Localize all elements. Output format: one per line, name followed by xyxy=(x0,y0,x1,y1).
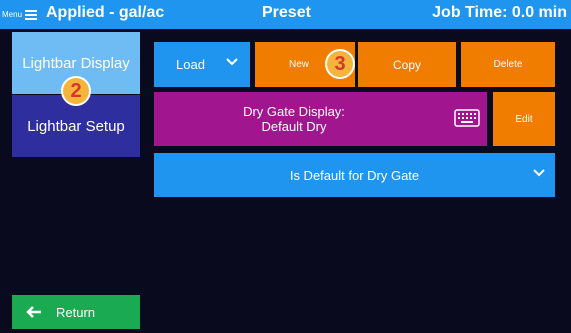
return-button[interactable]: Return xyxy=(12,295,140,329)
default-gate-dropdown[interactable]: Is Default for Dry Gate xyxy=(154,153,555,197)
nav-lightbar-setup-label: Lightbar Setup xyxy=(27,117,125,135)
nav-lightbar-display-label: Lightbar Display xyxy=(22,54,130,72)
chevron-down-icon xyxy=(226,58,238,66)
arrow-left-icon xyxy=(26,306,41,318)
dry-gate-display-panel[interactable]: Dry Gate Display: Default Dry xyxy=(154,92,487,146)
load-dropdown[interactable]: Load xyxy=(154,42,250,87)
dry-gate-display-text: Dry Gate Display: Default Dry xyxy=(154,104,487,134)
delete-label: Delete xyxy=(493,59,523,70)
default-gate-selected: Is Default for Dry Gate xyxy=(289,167,420,183)
load-label: Load xyxy=(176,57,205,72)
edit-button[interactable]: Edit xyxy=(493,92,555,146)
top-bar: Menu Applied - gal/ac Preset Job Time: 0… xyxy=(0,0,571,29)
delete-button[interactable]: Delete xyxy=(461,42,555,87)
new-label: New xyxy=(288,59,309,70)
copy-button[interactable]: Copy xyxy=(358,42,456,87)
gate-line-2: Default Dry xyxy=(261,119,327,134)
step-badge-2: 2 xyxy=(61,76,91,106)
edit-label: Edit xyxy=(515,113,533,125)
keyboard-icon[interactable] xyxy=(454,109,480,127)
menu-label: Menu xyxy=(2,10,23,19)
preset-label: Preset xyxy=(262,4,311,21)
applied-rate-label: Applied - gal/ac xyxy=(46,4,165,21)
gate-line-1: Dry Gate Display: xyxy=(243,104,345,119)
copy-label: Copy xyxy=(392,57,421,72)
job-time-label: Job Time: 0.0 min xyxy=(432,4,567,21)
step-badge-3: 3 xyxy=(325,49,355,79)
return-label: Return xyxy=(56,304,96,320)
chevron-down-icon xyxy=(533,169,545,177)
hamburger-icon xyxy=(25,9,38,20)
menu-button[interactable]: Menu xyxy=(2,0,38,29)
